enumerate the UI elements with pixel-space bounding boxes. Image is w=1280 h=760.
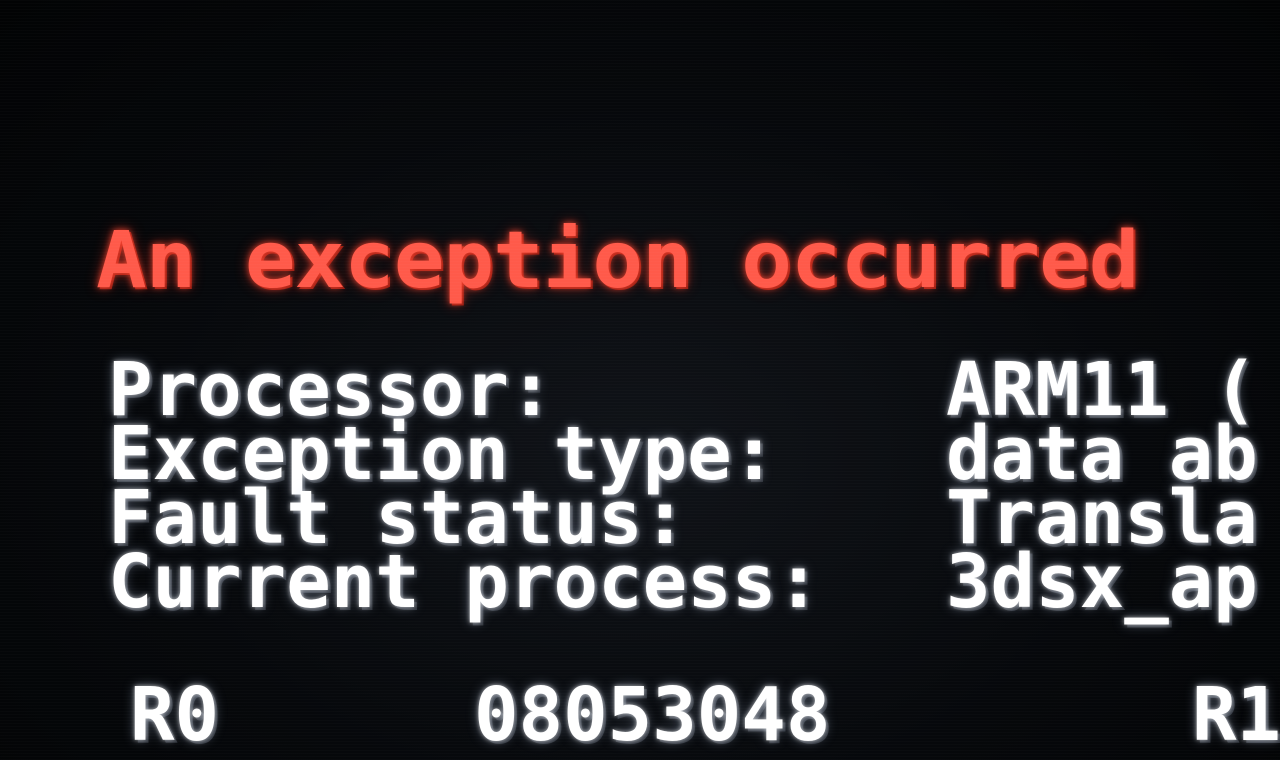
register-row: R0 08053048 R1 — [130, 672, 1280, 758]
exception-title: An exception occurred — [96, 216, 1139, 306]
exception-info-list: Processor: ARM11 ( Exception type: data … — [108, 353, 1280, 625]
info-value: 3dsx_ap — [946, 539, 1258, 625]
register-name: R0 — [130, 672, 220, 758]
register-value: 08053048 — [474, 672, 831, 758]
info-label: Current process: — [108, 539, 821, 625]
register-name: R1 — [1192, 672, 1280, 758]
exception-screen: An exception occurred Processor: ARM11 (… — [0, 0, 1280, 760]
info-row-current-process: Current process: 3dsx_ap — [108, 539, 1280, 625]
register-dump: R0 08053048 R1 — [130, 672, 1280, 758]
